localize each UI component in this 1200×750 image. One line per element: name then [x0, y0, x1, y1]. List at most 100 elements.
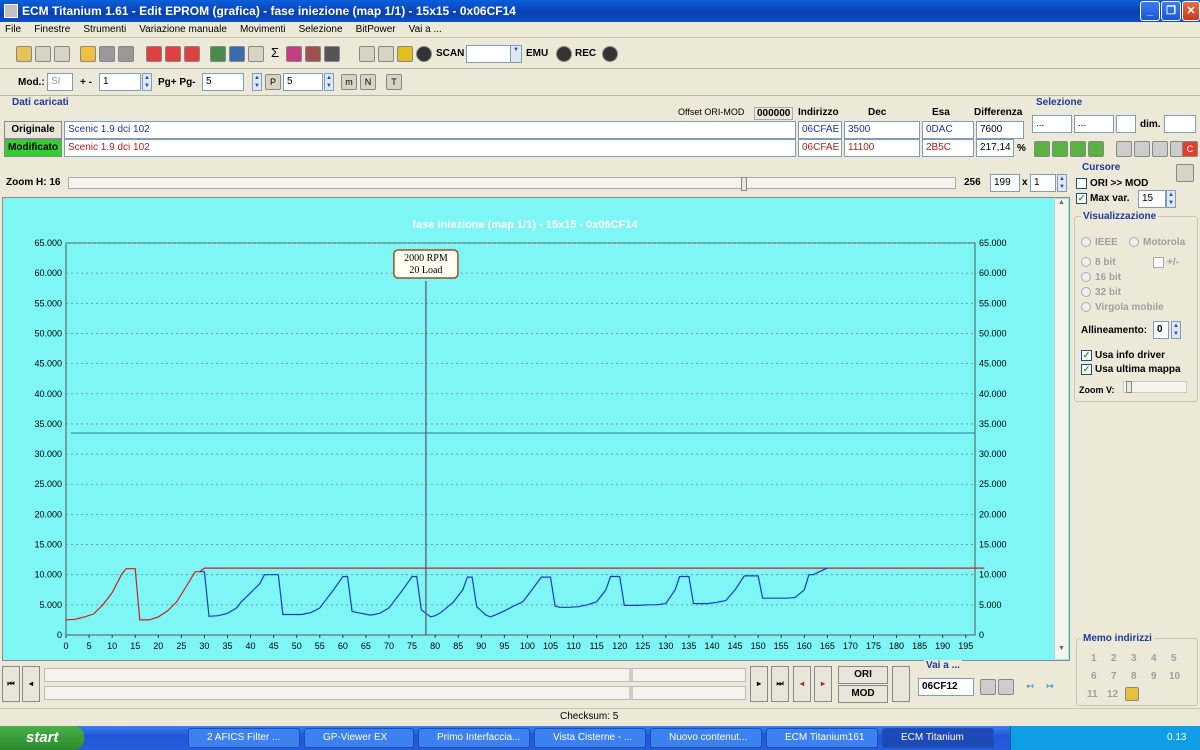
memo-8[interactable]: 8 — [1131, 671, 1137, 682]
refresh-icon[interactable]: C — [1182, 141, 1198, 157]
32bit-radio[interactable] — [1081, 287, 1091, 297]
step-input[interactable]: 1 — [99, 73, 141, 91]
m-icon[interactable]: m — [341, 74, 357, 90]
compare-icon[interactable] — [165, 46, 181, 62]
memo-5[interactable]: 5 — [1171, 653, 1177, 664]
selezione-extra[interactable] — [1116, 115, 1136, 133]
sigma-icon[interactable]: Σ — [267, 46, 283, 62]
zoom-mult-input[interactable]: 1 — [1030, 174, 1056, 192]
task-vista-cisterne[interactable]: Vista Cisterne - ... — [534, 728, 646, 748]
vai-a-input[interactable]: 06CF12 — [918, 678, 974, 696]
p-spinner[interactable]: ▲ ▼ — [324, 73, 334, 91]
nav-prev-icon[interactable]: ◂ — [22, 666, 40, 702]
copy-icon[interactable] — [1116, 141, 1132, 157]
memo-11[interactable]: 11 — [1087, 689, 1098, 700]
select-range-icon[interactable] — [1070, 141, 1086, 157]
selezione-start[interactable]: ... — [1032, 115, 1072, 133]
selezione-end[interactable]: ... — [1074, 115, 1114, 133]
zoom-h-thumb[interactable] — [741, 177, 747, 191]
16bit-radio[interactable] — [1081, 272, 1091, 282]
memo-3[interactable]: 3 — [1131, 653, 1137, 664]
task-primo[interactable]: Primo Interfaccia... — [418, 728, 530, 748]
modificato-button[interactable]: Modificato — [4, 139, 62, 157]
memo-7[interactable]: 7 — [1111, 671, 1117, 682]
memo-save-icon[interactable] — [1125, 687, 1139, 701]
memo-12[interactable]: 12 — [1107, 689, 1118, 700]
menu-selezione[interactable]: Selezione — [294, 22, 348, 38]
lock-icon[interactable] — [378, 46, 394, 62]
menu-finestre[interactable]: Finestre — [29, 22, 75, 38]
mod-scroll-thumb[interactable] — [629, 687, 633, 699]
binoculars-icon[interactable] — [324, 46, 340, 62]
edit-icon[interactable] — [248, 46, 264, 62]
mod-button[interactable]: MOD — [838, 685, 888, 703]
emu-dot-icon[interactable] — [556, 46, 572, 62]
save-as-icon[interactable] — [118, 46, 134, 62]
usa-info-driver-checkbox[interactable]: ✓ — [1081, 350, 1092, 361]
print-icon[interactable] — [210, 46, 226, 62]
pg-spinner[interactable]: ▲ ▼ — [252, 73, 262, 91]
goto-right-icon[interactable] — [998, 679, 1014, 695]
zoom-v-slider[interactable] — [1123, 381, 1187, 393]
allineamento-spinner[interactable]: ▲ ▼ — [1171, 321, 1181, 339]
ori-scroll-thumb[interactable] — [629, 669, 633, 681]
rec-dot-icon[interactable] — [602, 46, 618, 62]
mark-left-icon[interactable]: ↤ — [1022, 679, 1038, 695]
usa-ultima-mappa-checkbox[interactable]: ✓ — [1081, 364, 1092, 375]
flag-icon[interactable] — [892, 666, 910, 702]
nav-first-icon[interactable]: ⏮ — [2, 666, 20, 702]
mod-field[interactable]: SI — [47, 73, 73, 91]
select-end-icon[interactable] — [1052, 141, 1068, 157]
t-icon[interactable]: T — [386, 74, 402, 90]
task-ecm-folder[interactable]: ECM Titanium161 — [766, 728, 878, 748]
8bit-radio[interactable] — [1081, 257, 1091, 267]
memo-4[interactable]: 4 — [1151, 653, 1157, 664]
mod-scrollbar[interactable] — [44, 686, 746, 700]
step-spinner[interactable]: ▲ ▼ — [142, 73, 152, 91]
nav-next-icon[interactable]: ▸ — [750, 666, 768, 702]
home-icon[interactable] — [16, 46, 32, 62]
p-input[interactable]: 5 — [283, 73, 323, 91]
zoom-h-slider[interactable] — [68, 177, 956, 191]
close-button[interactable]: ✕ — [1182, 1, 1200, 21]
calculator-icon[interactable] — [229, 46, 245, 62]
motorola-radio[interactable] — [1129, 237, 1139, 247]
3d-icon[interactable] — [286, 46, 302, 62]
checksum-icon[interactable] — [146, 46, 162, 62]
menu-file[interactable]: File — [0, 22, 26, 38]
windows-icon[interactable] — [35, 46, 51, 62]
menu-strumenti[interactable]: Strumenti — [78, 22, 131, 38]
p-icon[interactable]: P — [265, 74, 281, 90]
zoom-v-thumb[interactable] — [1126, 381, 1132, 393]
select-all-icon[interactable] — [1088, 141, 1104, 157]
task-gp-viewer[interactable]: GP-Viewer EX — [304, 728, 414, 748]
virgola-radio[interactable] — [1081, 302, 1091, 312]
chart-cursor[interactable]: 2000 RPM20 Load — [393, 249, 459, 635]
menu-bitpower[interactable]: BitPower — [351, 22, 401, 38]
ori-scrollbar[interactable] — [44, 668, 746, 682]
menu-movimenti[interactable]: Movimenti — [235, 22, 291, 38]
memo-9[interactable]: 9 — [1151, 671, 1157, 682]
goto-left-icon[interactable] — [980, 679, 996, 695]
move-icon[interactable] — [1152, 141, 1168, 157]
ori-button[interactable]: ORI — [838, 666, 888, 684]
chart-vertical-scrollbar[interactable]: ▲ ▼ — [1054, 199, 1068, 659]
task-afics[interactable]: 2 AFICS Filter ... — [188, 728, 300, 748]
pg-input[interactable]: 5 — [202, 73, 244, 91]
task-ecm-titanium[interactable]: ECM Titanium — [882, 728, 994, 748]
nav-red-fwd-icon[interactable]: ▸ — [814, 666, 832, 702]
graph-icon[interactable] — [305, 46, 321, 62]
task-nuovo-contenuto[interactable]: Nuovo contenut... — [650, 728, 762, 748]
plusminus-checkbox[interactable] — [1153, 257, 1164, 268]
dim-input[interactable] — [1164, 115, 1196, 133]
allineamento-input[interactable]: 0 — [1153, 321, 1169, 339]
open-folder-icon[interactable] — [80, 46, 96, 62]
menu-vai-a[interactable]: Vai a ... — [404, 22, 447, 38]
start-button[interactable]: start — [0, 726, 84, 750]
driver-icon[interactable] — [359, 46, 375, 62]
memo-1[interactable]: 1 — [1091, 653, 1097, 664]
scroll-up-icon[interactable]: ▲ — [1055, 199, 1068, 212]
nav-red-back-icon[interactable]: ◂ — [793, 666, 811, 702]
originale-button[interactable]: Originale — [4, 121, 62, 139]
select-start-icon[interactable] — [1034, 141, 1050, 157]
